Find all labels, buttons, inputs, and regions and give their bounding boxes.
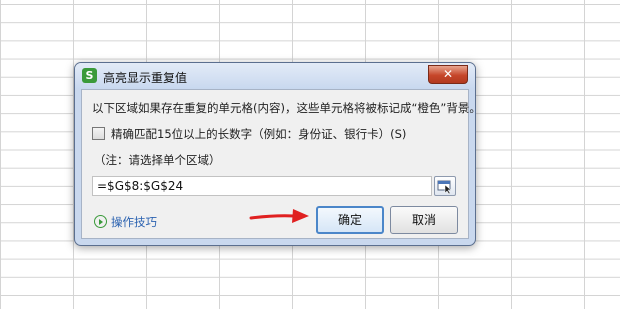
ok-button[interactable]: 确定	[316, 206, 384, 234]
app-icon: S	[82, 68, 97, 83]
dialog-titlebar[interactable]: S 高亮显示重复值 ✕	[75, 63, 475, 89]
tips-link-label: 操作技巧	[111, 215, 157, 229]
range-input[interactable]	[92, 176, 432, 196]
range-picker-button[interactable]	[434, 176, 456, 196]
close-button[interactable]: ✕	[428, 65, 468, 84]
cancel-button[interactable]: 取消	[390, 206, 458, 234]
red-arrow-icon	[249, 209, 309, 223]
exact-match-option[interactable]: 精确匹配15位以上的长数字（例如：身份证、银行卡）(S)	[92, 126, 406, 142]
single-range-note: （注：请选择单个区域）	[94, 153, 221, 167]
close-icon: ✕	[442, 67, 454, 81]
exact-match-label: 精确匹配15位以上的长数字（例如：身份证、银行卡）(S)	[111, 127, 407, 141]
range-select-icon	[437, 180, 452, 195]
dialog-title: 高亮显示重复值	[103, 71, 188, 85]
exact-match-checkbox[interactable]	[92, 127, 105, 140]
tips-link[interactable]: 操作技巧	[94, 214, 157, 230]
play-circle-icon	[94, 215, 107, 228]
dialog-description: 以下区域如果存在重复的单元格(内容)，这些单元格将被标记成“橙色”背景。	[92, 101, 481, 115]
